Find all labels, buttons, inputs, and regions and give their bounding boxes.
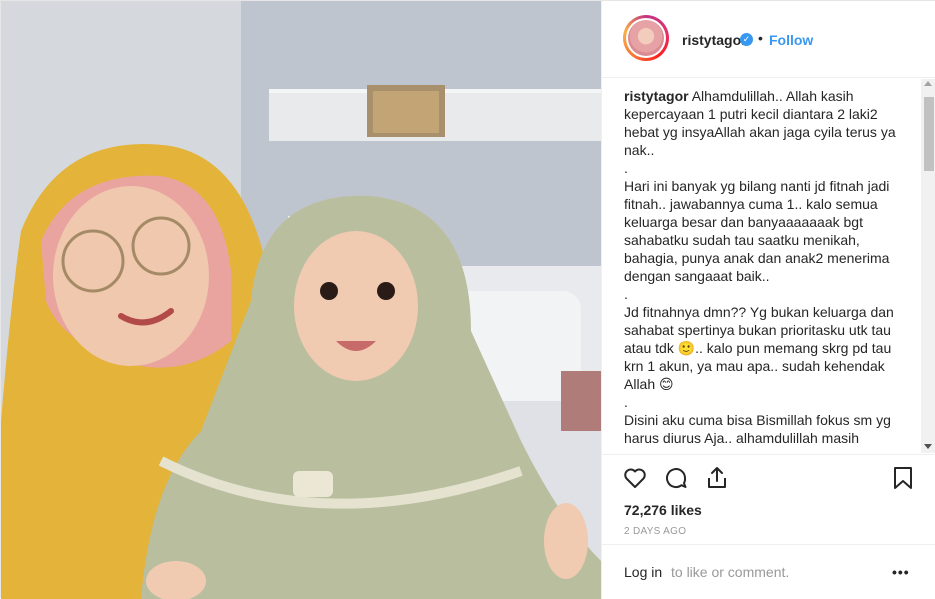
caption-username[interactable]: ristytagor: [624, 88, 689, 104]
username-link[interactable]: ristytagor: [682, 32, 747, 48]
post-actions: 72,276 likes 2 DAYS AGO: [602, 454, 935, 544]
share-icon[interactable]: [704, 465, 730, 491]
caption-area: ristytagor Alhamdulillah.. Allah kasih k…: [624, 87, 914, 453]
bookmark-icon[interactable]: [890, 465, 916, 491]
follow-button[interactable]: Follow: [769, 32, 813, 48]
login-link[interactable]: Log in: [624, 564, 662, 580]
comment-icon[interactable]: [663, 465, 689, 491]
post-timestamp[interactable]: 2 DAYS AGO: [624, 526, 686, 537]
caption-scrollbar[interactable]: [921, 79, 935, 453]
login-prompt-text: to like or comment.: [671, 564, 790, 580]
post-sidebar: ristytagor ✓ • Follow ristytagor Alhamdu…: [601, 1, 935, 599]
avatar-image: [628, 20, 664, 56]
caption-text: ristytagor Alhamdulillah.. Allah kasih k…: [624, 87, 914, 447]
more-options-icon[interactable]: •••: [892, 564, 910, 580]
avatar[interactable]: [626, 18, 666, 58]
verified-badge-icon: ✓: [740, 33, 753, 46]
post-photo-illustration: [1, 1, 601, 599]
instagram-post: ristytagor ✓ • Follow ristytagor Alhamdu…: [0, 0, 935, 599]
scroll-up-arrow-icon[interactable]: [924, 81, 932, 86]
post-photo[interactable]: [1, 1, 601, 599]
avatar-story-ring[interactable]: [623, 15, 669, 61]
post-footer: Log in to like or comment. •••: [602, 544, 935, 599]
scroll-down-arrow-icon[interactable]: [924, 444, 932, 449]
post-header: ristytagor ✓ • Follow: [602, 1, 935, 78]
likes-count[interactable]: 72,276 likes: [624, 502, 702, 518]
separator-dot: •: [758, 30, 763, 46]
scroll-thumb[interactable]: [924, 97, 934, 171]
heart-icon[interactable]: [622, 465, 648, 491]
caption-body: Alhamdulillah.. Allah kasih kepercayaan …: [624, 88, 896, 446]
